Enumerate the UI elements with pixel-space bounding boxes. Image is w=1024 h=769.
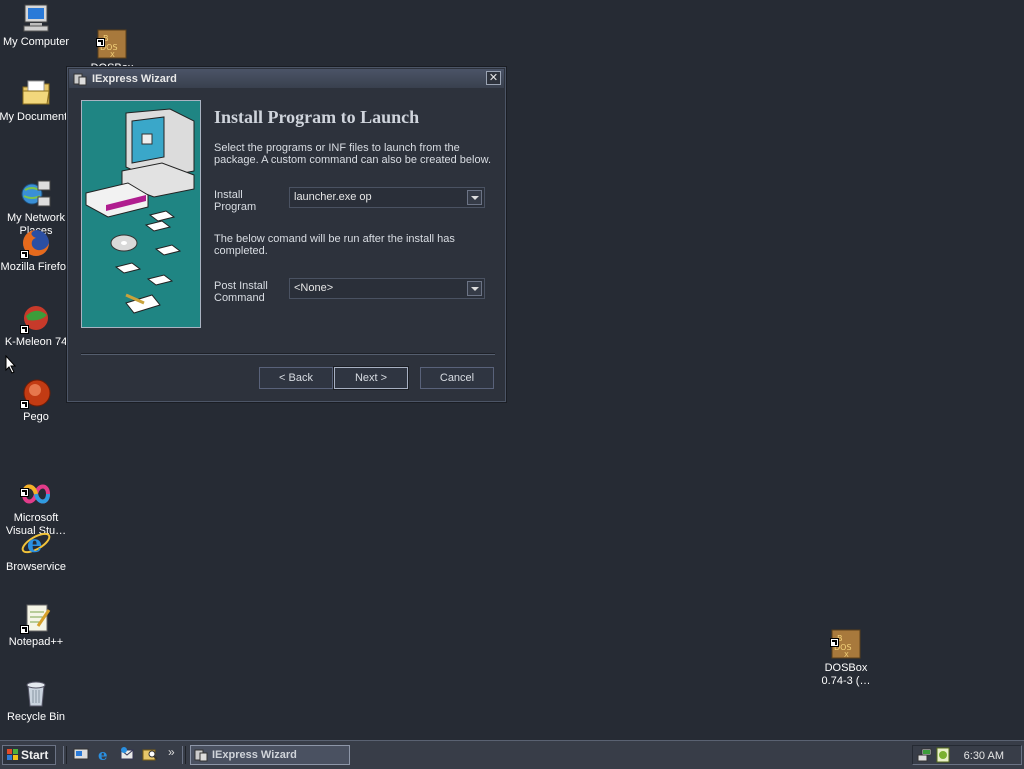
toolbar-grip[interactable] (63, 746, 67, 764)
svg-text:X: X (844, 651, 849, 659)
next-button[interactable]: Next > (333, 366, 409, 390)
svg-text:e: e (98, 746, 108, 762)
desktop-icon-label: Browservice (6, 561, 66, 573)
shortcut-arrow-icon (20, 488, 29, 497)
folder-documents-icon (20, 77, 52, 109)
system-tray: 6:30 AM (912, 745, 1022, 765)
desktop-icon-label: Pego (23, 411, 49, 423)
clock[interactable]: 6:30 AM (964, 750, 1004, 762)
separator (81, 353, 495, 355)
shortcut-arrow-icon (20, 400, 29, 409)
windows-flag-icon (7, 749, 18, 760)
intro-text: Select the programs or INF files to laun… (214, 142, 491, 166)
my-computer-icon (20, 2, 52, 34)
desktop-icon-my-computer[interactable]: My Computer (0, 2, 74, 49)
shortcut-arrow-icon (830, 638, 839, 647)
close-button[interactable]: ✕ (486, 71, 501, 85)
desktop-icon-label: Recycle Bin (6, 711, 66, 723)
shortcut-arrow-icon (20, 325, 29, 334)
svg-text:e: e (27, 529, 42, 558)
mouse-cursor-icon (5, 355, 17, 374)
iexpress-app-icon (194, 749, 208, 762)
back-button[interactable]: < Back (259, 367, 333, 389)
post-install-note: The below comand will be run after the i… (214, 233, 455, 257)
start-button[interactable]: Start (2, 745, 56, 765)
post-install-command-value[interactable]: <None> (294, 282, 333, 294)
page-heading: Install Program to Launch (214, 107, 420, 127)
desktop-icon-label: K-Meleon 74 (4, 336, 68, 348)
dropdown-arrow-icon[interactable] (467, 190, 482, 205)
post-install-command-combobox[interactable]: <None> (289, 278, 485, 299)
internet-explorer-quicklaunch-icon[interactable]: e (96, 746, 112, 762)
taskbar-item-label: IExpress Wizard (212, 749, 297, 761)
install-program-label: Install Program (214, 189, 257, 213)
pego-icon (20, 377, 52, 409)
update-tray-icon[interactable] (935, 747, 951, 763)
title-bar[interactable]: IExpress Wizard ✕ (69, 69, 504, 88)
dropdown-arrow-icon[interactable] (467, 281, 482, 296)
shortcut-arrow-icon (20, 250, 29, 259)
desktop-icon-label: My Documents (0, 111, 73, 123)
desktop-icon-pego[interactable]: Pego (0, 377, 74, 424)
k-meleon-icon (20, 302, 52, 334)
taskbar: Start e » IExpress Wizard 6:30 AM (0, 740, 1024, 769)
iexpress-app-icon (73, 73, 87, 85)
desktop-icon-my-documents[interactable]: My Documents (0, 77, 74, 124)
cancel-button[interactable]: Cancel (420, 367, 494, 389)
window-title: IExpress Wizard (92, 72, 177, 85)
desktop-icon-label: Mozilla Firefox (0, 261, 72, 273)
notepad-plus-plus-icon (20, 602, 52, 634)
desktop-icon-mozilla-firefox[interactable]: Mozilla Firefox (0, 227, 74, 274)
shortcut-arrow-icon (96, 38, 105, 47)
desktop-icon-my-network-places[interactable]: My Network Places (0, 152, 74, 238)
svg-text:X: X (110, 51, 115, 59)
desktop-icon-recycle-bin[interactable]: Recycle Bin (0, 677, 74, 724)
visual-studio-icon (20, 465, 52, 504)
start-label: Start (21, 748, 49, 762)
computer-illustration-icon (85, 108, 195, 314)
outlook-express-icon[interactable] (119, 746, 135, 762)
desktop-icon-visual-studio[interactable]: Microsoft Visual Stu… (0, 452, 74, 538)
show-desktop-icon[interactable] (73, 746, 89, 762)
install-program-combobox[interactable]: launcher.exe op (289, 187, 485, 208)
desktop-icon-label: My Computer (2, 36, 70, 48)
post-install-command-label: Post Install Command (214, 280, 268, 304)
quicklaunch-more-icon[interactable]: » (168, 745, 175, 759)
desktop-icon-notepad-plus-plus[interactable]: Notepad++ (0, 602, 74, 649)
network-icon (20, 165, 52, 207)
firefox-icon (20, 227, 52, 259)
internet-explorer-icon: e (20, 527, 52, 559)
iexpress-wizard-window[interactable]: IExpress Wizard ✕ Install Program to Lau (67, 67, 506, 402)
dosbox-icon: B DOS X (96, 15, 128, 59)
toolbar-grip[interactable] (182, 746, 186, 764)
desktop-icon-browservice[interactable]: e Browservice (0, 527, 74, 574)
network-tray-icon[interactable] (917, 747, 933, 763)
install-program-value[interactable]: launcher.exe op (294, 191, 372, 203)
recycle-bin-icon (20, 677, 52, 709)
desktop-icon-dosbox-2[interactable]: B DOS X DOSBox 0.74-3 (… (808, 602, 884, 688)
desktop-icon-k-meleon[interactable]: K-Meleon 74 (0, 302, 74, 349)
explorer-search-icon[interactable] (142, 746, 158, 762)
shortcut-arrow-icon (20, 625, 29, 634)
desktop-icon-label: Notepad++ (8, 636, 64, 648)
dosbox-icon: B DOS X (830, 615, 862, 659)
taskbar-item-iexpress-wizard[interactable]: IExpress Wizard (190, 745, 350, 765)
wizard-illustration (81, 100, 201, 328)
